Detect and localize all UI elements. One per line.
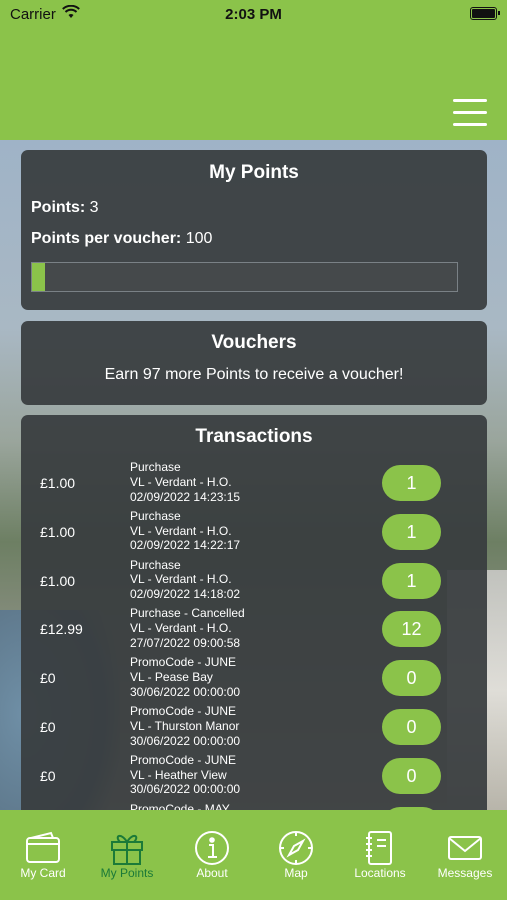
- transaction-amount: £0: [40, 718, 56, 735]
- voucher-message: Earn 97 more Points to receive a voucher…: [104, 366, 404, 383]
- my-points-title: My Points: [209, 162, 299, 183]
- transaction-amount: £0: [40, 767, 56, 784]
- info-icon: [195, 831, 229, 865]
- vouchers-card: Vouchers Earn 97 more Points to receive …: [21, 321, 487, 405]
- transaction-type: Purchase: [130, 508, 181, 523]
- transaction-type: PromoCode - JUNE: [130, 655, 237, 670]
- transaction-location: VL - Verdant - H.O.: [130, 621, 232, 636]
- app-header: Carrier 2:03 PM: [0, 0, 507, 140]
- transaction-details: Purchase - Cancelled VL - Verdant - H.O. 2…: [130, 606, 245, 650]
- points-progress-fill: [32, 263, 45, 291]
- transaction-datetime: 30/06/2022 00:00:00: [130, 782, 241, 797]
- hamburger-menu-button[interactable]: [453, 99, 487, 127]
- transaction-location: VL - Pease Bay: [130, 669, 213, 684]
- transaction-location: VL - Thurston Manor: [130, 718, 240, 733]
- transaction-details: Purchase VL - Verdant - H.O. 02/09/2022 14…: [130, 460, 240, 504]
- transaction-row[interactable]: £0 PromoCode - JUNE VL - Thurston Manor 30/…: [21, 703, 487, 752]
- points-per-voucher-label: Points per voucher:: [31, 230, 182, 247]
- transaction-points-badge: 1: [382, 465, 441, 501]
- points-value: 3: [89, 199, 99, 216]
- transaction-amount: £1.00: [40, 523, 76, 540]
- transaction-datetime: 02/09/2022 14:23:15: [130, 489, 241, 504]
- tab-label: Locations: [354, 866, 406, 880]
- transaction-amount: £0: [40, 670, 56, 687]
- transaction-datetime: 02/09/2022 14:22:17: [130, 538, 241, 553]
- tab-map[interactable]: Map: [254, 810, 338, 900]
- tab-messages[interactable]: Messages: [423, 810, 507, 900]
- transaction-location: VL - Verdant - H.O.: [130, 572, 232, 587]
- tab-my-card[interactable]: My Card: [1, 810, 85, 900]
- status-bar: Carrier 2:03 PM: [0, 0, 507, 28]
- transactions-list[interactable]: £1.00 Purchase VL - Verdant - H.O. 02/09/20…: [21, 459, 487, 825]
- transaction-points-badge: 1: [382, 513, 441, 550]
- transaction-location: VL - Verdant - H.O.: [130, 523, 232, 538]
- transaction-datetime: 27/07/2022 09:00:58: [130, 635, 241, 650]
- tab-about[interactable]: About: [170, 810, 254, 900]
- notebook-icon: [366, 831, 392, 865]
- transaction-datetime: 30/06/2022 00:00:00: [130, 684, 241, 699]
- points-per-voucher-value: 100: [185, 230, 213, 247]
- transaction-details: Purchase VL - Verdant - H.O. 02/09/2022 14…: [130, 509, 240, 553]
- tab-my-points[interactable]: My Points: [85, 810, 169, 900]
- transactions-title: Transactions: [195, 426, 313, 447]
- my-points-card: My Points Points: 3 Points per voucher: …: [21, 150, 487, 310]
- points-label: Points:: [31, 199, 86, 216]
- vouchers-title: Vouchers: [211, 332, 297, 353]
- transaction-type: Purchase - Cancelled: [130, 606, 245, 621]
- transaction-points-badge: 12: [382, 611, 441, 648]
- status-time: 2:03 PM: [225, 6, 282, 23]
- bottom-tab-bar: My Card My Points About Map Locations Me…: [0, 810, 507, 900]
- transaction-amount: £12.99: [40, 621, 83, 638]
- transaction-type: PromoCode - JUNE: [130, 703, 237, 718]
- gift-icon: [111, 835, 143, 865]
- tab-locations[interactable]: Locations: [338, 810, 422, 900]
- points-progress-bar: [31, 262, 458, 292]
- transaction-location: VL - Verdant - H.O.: [130, 474, 232, 489]
- tab-label: About: [196, 866, 228, 880]
- transaction-points-badge: 0: [382, 757, 441, 794]
- battery-icon: [470, 7, 500, 20]
- transaction-type: Purchase: [130, 557, 181, 572]
- tab-label: Map: [284, 866, 308, 880]
- transaction-points-badge: 1: [382, 562, 441, 599]
- transaction-row[interactable]: £0 PromoCode - JUNE VL - Pease Bay 30/06/20…: [21, 654, 487, 703]
- transaction-points-badge: 0: [382, 708, 441, 745]
- tab-label: My Card: [20, 866, 66, 880]
- envelope-icon: [448, 836, 482, 860]
- points-per-voucher-row: Points per voucher: 100: [31, 230, 212, 248]
- transaction-details: Purchase VL - Verdant - H.O. 02/09/2022 14…: [130, 558, 240, 602]
- transaction-type: Purchase: [130, 460, 181, 474]
- transaction-datetime: 02/09/2022 14:18:02: [130, 587, 241, 602]
- transactions-card: Transactions £1.00 Purchase VL - Verdant -…: [21, 415, 487, 825]
- transaction-row[interactable]: £1.00 Purchase VL - Verdant - H.O. 02/09/20…: [21, 508, 487, 557]
- compass-icon: [279, 831, 313, 865]
- transaction-details: PromoCode - JUNE VL - Heather View 30/06/2…: [130, 753, 240, 797]
- transaction-details: PromoCode - JUNE VL - Thurston Manor 30/06…: [130, 704, 240, 748]
- tab-label: Messages: [437, 866, 493, 880]
- transaction-points-badge: 0: [382, 660, 441, 697]
- transaction-amount: £1.00: [40, 475, 76, 491]
- transaction-row[interactable]: £0 PromoCode - JUNE VL - Heather View 30/06…: [21, 752, 487, 801]
- transaction-row[interactable]: £1.00 Purchase VL - Verdant - H.O. 02/09/20…: [21, 459, 487, 508]
- transaction-location: VL - Heather View: [130, 767, 227, 782]
- transaction-type: PromoCode - JUNE: [130, 752, 237, 767]
- wallet-icon: [26, 831, 60, 863]
- menu-line-icon: [453, 99, 487, 102]
- transaction-row[interactable]: £12.99 Purchase - Cancelled VL - Verdant -…: [21, 605, 487, 654]
- transaction-amount: £1.00: [40, 572, 76, 589]
- menu-line-icon: [453, 123, 487, 126]
- tab-label: My Points: [100, 866, 154, 880]
- points-row: Points: 3: [31, 199, 99, 217]
- transaction-details: PromoCode - JUNE VL - Pease Bay 30/06/2022…: [130, 655, 240, 699]
- transaction-row[interactable]: £1.00 Purchase VL - Verdant - H.O. 02/09/20…: [21, 557, 487, 606]
- menu-line-icon: [453, 111, 487, 114]
- transaction-datetime: 30/06/2022 00:00:00: [130, 733, 241, 748]
